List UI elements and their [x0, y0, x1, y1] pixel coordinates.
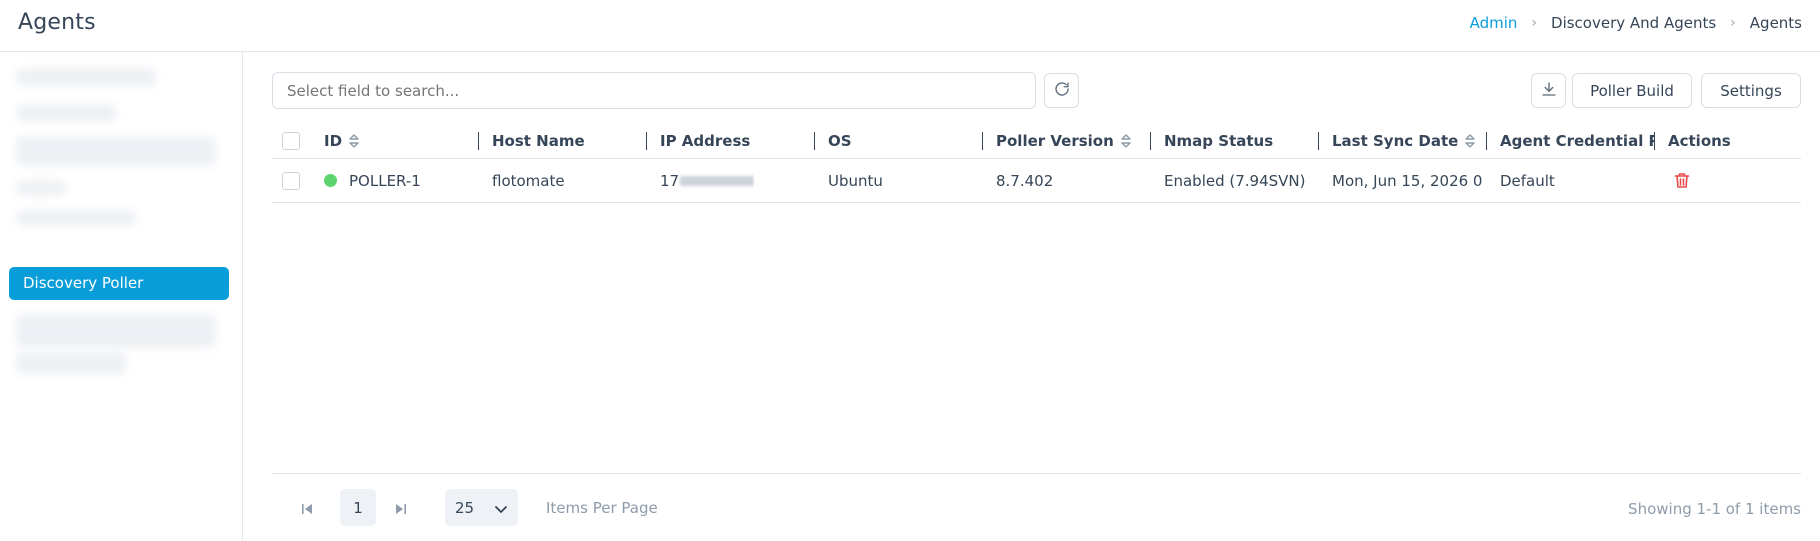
breadcrumb-separator-icon: › — [1730, 15, 1736, 31]
sidebar-item-redacted[interactable] — [16, 352, 126, 374]
page-number-button[interactable]: 1 — [340, 489, 376, 526]
agent-credential-cell: Default — [1500, 171, 1555, 190]
sort-icon[interactable] — [1120, 133, 1132, 149]
column-header-agent-credential[interactable]: Agent Credential P... — [1500, 124, 1654, 158]
showing-count-text: Showing 1-1 of 1 items — [1628, 500, 1801, 518]
agents-table: ID Host Name IP Address OS Poller Versio… — [272, 124, 1801, 203]
select-all-checkbox[interactable] — [282, 132, 300, 150]
items-per-page-label: Items Per Page — [546, 499, 658, 517]
redacted-ip — [680, 175, 755, 186]
column-divider[interactable] — [1486, 132, 1487, 150]
column-header-nmap-status[interactable]: Nmap Status — [1164, 124, 1273, 158]
breadcrumb-agents: Agents — [1749, 14, 1802, 32]
online-status-icon — [324, 174, 337, 187]
column-divider[interactable] — [646, 132, 647, 150]
column-header-os[interactable]: OS — [828, 124, 852, 158]
first-page-icon[interactable] — [301, 500, 313, 519]
column-divider[interactable] — [478, 132, 479, 150]
ip-address-cell: 17 — [660, 159, 755, 202]
settings-button[interactable]: Settings — [1701, 73, 1801, 108]
table-row[interactable]: POLLER-1 flotomate 17 Ubuntu 8.7.402 Ena… — [272, 159, 1801, 203]
footer-divider — [272, 473, 1801, 474]
per-page-select[interactable]: 25 — [445, 489, 518, 526]
breadcrumb-admin[interactable]: Admin — [1470, 14, 1518, 32]
sidebar-item-redacted[interactable] — [16, 180, 66, 196]
row-checkbox[interactable] — [282, 171, 300, 190]
column-header-actions: Actions — [1668, 132, 1731, 150]
sidebar-item-redacted[interactable] — [16, 314, 216, 348]
column-header-poller-version[interactable]: Poller Version — [996, 124, 1132, 158]
column-divider[interactable] — [982, 132, 983, 150]
refresh-icon — [1053, 80, 1071, 102]
download-button[interactable] — [1531, 73, 1566, 108]
os-cell: Ubuntu — [828, 171, 883, 190]
column-divider[interactable] — [1150, 132, 1151, 150]
sort-icon[interactable] — [348, 133, 360, 149]
page-title: Agents — [18, 10, 96, 35]
sidebar-item-redacted[interactable] — [16, 210, 136, 226]
last-page-icon[interactable] — [395, 500, 407, 519]
column-header-id[interactable]: ID — [324, 124, 360, 158]
sidebar-item-redacted[interactable] — [16, 104, 116, 122]
poller-build-button[interactable]: Poller Build — [1572, 73, 1692, 108]
column-divider[interactable] — [814, 132, 815, 150]
top-bar: Agents Admin › Discovery And Agents › Ag… — [0, 0, 1820, 52]
download-icon — [1540, 80, 1558, 102]
column-header-host-name[interactable]: Host Name — [492, 124, 585, 158]
chevron-down-icon — [494, 501, 508, 519]
sidebar-item-discovery-poller[interactable]: Discovery Poller — [9, 267, 229, 300]
search-input[interactable] — [272, 72, 1036, 109]
sidebar: Discovery Poller — [0, 52, 243, 541]
main-content: Poller Build Settings ID Host Name IP Ad… — [272, 52, 1805, 541]
poller-version-cell: 8.7.402 — [996, 171, 1054, 190]
poller-id[interactable]: POLLER-1 — [349, 172, 421, 190]
last-sync-date-cell: Mon, Jun 15, 2026 0... — [1332, 171, 1482, 190]
column-divider[interactable] — [1318, 132, 1319, 150]
column-header-ip-address[interactable]: IP Address — [660, 124, 750, 158]
breadcrumb-separator-icon: › — [1531, 15, 1538, 31]
column-divider[interactable] — [1654, 132, 1655, 150]
column-header-last-sync-date[interactable]: Last Sync Date — [1332, 124, 1476, 158]
breadcrumb-discovery-and-agents[interactable]: Discovery And Agents — [1551, 14, 1716, 32]
delete-icon[interactable] — [1674, 172, 1690, 189]
sidebar-item-redacted[interactable] — [16, 68, 156, 86]
host-name-cell: flotomate — [492, 171, 565, 190]
breadcrumb: Admin › Discovery And Agents › Agents — [1470, 14, 1802, 32]
refresh-button[interactable] — [1044, 73, 1079, 108]
sidebar-item-redacted[interactable] — [16, 136, 216, 166]
table-header-row: ID Host Name IP Address OS Poller Versio… — [272, 124, 1801, 159]
sort-icon[interactable] — [1464, 133, 1476, 149]
nmap-status-cell: Enabled (7.94SVN) — [1164, 171, 1306, 190]
